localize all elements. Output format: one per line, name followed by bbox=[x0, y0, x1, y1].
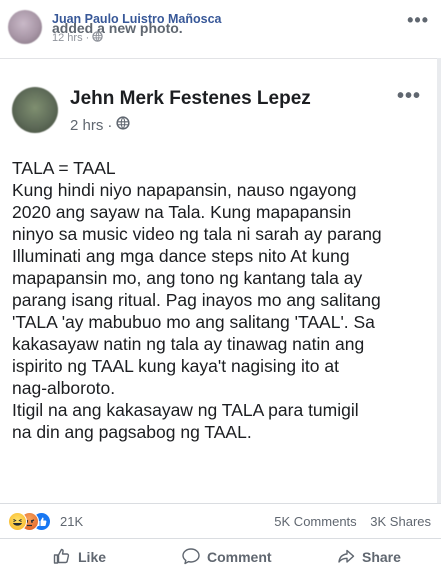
post-text-line: 2020 ang sayaw na Tala. Kung mapapansin bbox=[12, 202, 352, 222]
post-text-line: Itigil na ang kakasayaw ng TALA para tum… bbox=[12, 400, 359, 420]
like-button[interactable]: Like bbox=[52, 543, 106, 571]
reactions-summary: 21K 5K Comments 3K Shares bbox=[0, 504, 441, 536]
post-text-line: mapapansin mo, ang tono ng kantang tala … bbox=[12, 268, 363, 288]
shared-post-image: Jehn Merk Festenes Lepez 2 hrs · ••• TAL… bbox=[0, 58, 441, 504]
divider bbox=[0, 538, 441, 539]
outer-post-header: Juan Paulo Luistro Mañosca added a new p… bbox=[0, 0, 441, 52]
outer-post-time[interactable]: 12 hrs bbox=[52, 32, 83, 44]
post-text-line: 'TALA 'ay mabubuo mo ang salitang 'TAAL'… bbox=[12, 312, 375, 332]
post-text-line: Kung hindi niyo napapansin, nauso ngayon… bbox=[12, 180, 357, 200]
comment-button[interactable]: Comment bbox=[181, 543, 272, 571]
like-label: Like bbox=[78, 549, 107, 565]
shared-post-meta: 2 hrs · bbox=[70, 116, 130, 134]
comment-label: Comment bbox=[207, 549, 272, 565]
shared-author-avatar bbox=[12, 87, 58, 133]
shared-more-icon: ••• bbox=[396, 85, 421, 107]
reaction-count[interactable]: 21K bbox=[60, 514, 83, 529]
post-text-line: kakasayaw natin ng tala ay tinawag natin… bbox=[12, 334, 365, 354]
globe-icon bbox=[116, 116, 130, 134]
post-text-line: parang isang ritual. Pag inayos mo ang s… bbox=[12, 290, 381, 310]
separator-dot: · bbox=[85, 32, 90, 44]
post-body-text: TALA = TAAL Kung hindi niyo napapansin, … bbox=[12, 157, 437, 443]
post-text-line: TALA = TAAL bbox=[12, 158, 116, 178]
outer-post-meta: 12 hrs · bbox=[52, 31, 103, 45]
comments-count-link[interactable]: 5K Comments bbox=[274, 514, 356, 529]
post-text-line: ispirito ng TAAL kung kaya't nagising it… bbox=[12, 356, 339, 376]
shared-author-name: Jehn Merk Festenes Lepez bbox=[70, 88, 311, 109]
outer-author-avatar[interactable] bbox=[8, 10, 42, 44]
globe-icon bbox=[92, 31, 103, 45]
speech-bubble-icon bbox=[181, 546, 201, 569]
post-text-line: ninyo sa music video ng tala ni sarah ay… bbox=[12, 224, 382, 244]
action-bar: Like Comment Share bbox=[0, 541, 441, 574]
share-arrow-icon bbox=[336, 546, 356, 569]
reaction-icons[interactable] bbox=[8, 512, 58, 531]
post-text-line: na din ang pagsabog ng TAAL. bbox=[12, 422, 252, 442]
share-button[interactable]: Share bbox=[336, 543, 401, 571]
post-text-line: Illuminati ang mga dance steps nito At k… bbox=[12, 246, 350, 266]
outer-more-options-button[interactable]: ••• bbox=[407, 10, 429, 31]
shares-count-link[interactable]: 3K Shares bbox=[370, 514, 431, 529]
image-edge-strip bbox=[437, 58, 441, 503]
shared-post-time: 2 hrs bbox=[70, 116, 104, 134]
haha-icon bbox=[8, 512, 27, 531]
separator-dot: · bbox=[107, 116, 113, 134]
share-label: Share bbox=[362, 549, 401, 565]
thumbs-up-icon bbox=[52, 546, 72, 569]
engagement-counts: 5K Comments 3K Shares bbox=[274, 514, 431, 529]
outer-post-title: Juan Paulo Luistro Mañosca added a new p… bbox=[52, 12, 221, 36]
post-text-line: nag-alboroto. bbox=[12, 378, 116, 398]
